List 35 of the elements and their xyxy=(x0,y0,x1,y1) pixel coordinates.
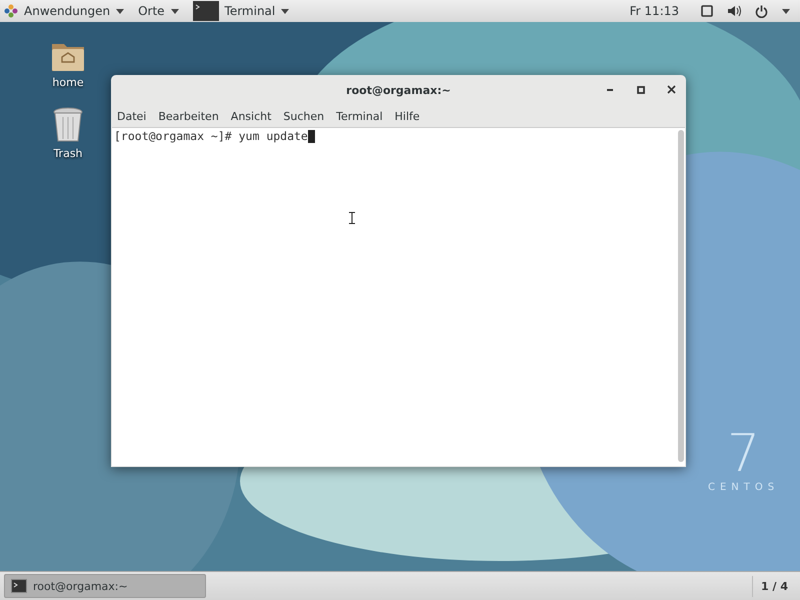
trash-icon[interactable] xyxy=(53,107,83,143)
window-title: root@orgamax:~ xyxy=(346,84,451,96)
menu-item[interactable]: Ansicht xyxy=(230,110,272,122)
power-icon[interactable] xyxy=(755,4,768,18)
caret-icon xyxy=(281,8,290,14)
ibeam-cursor-icon xyxy=(349,212,355,224)
desktop-icon-label[interactable]: Trash xyxy=(53,147,83,160)
brand-text: CENTOS xyxy=(708,482,780,493)
menu-item[interactable]: Hilfe xyxy=(394,110,420,122)
terminal-icon xyxy=(11,579,27,593)
speaker-icon[interactable] xyxy=(727,5,741,17)
top-bar-menu[interactable]: Anwendungen xyxy=(4,0,124,22)
close-icon[interactable] xyxy=(667,85,676,94)
caret-icon xyxy=(170,8,179,14)
taskbar-item[interactable]: root@orgamax:~ xyxy=(4,574,206,598)
command-line: [root@orgamax ~]# yum update xyxy=(114,129,308,143)
scrollbar[interactable] xyxy=(678,130,684,462)
text-cursor xyxy=(308,130,315,142)
workspace-indicator[interactable]: 1 / 4 xyxy=(752,576,796,596)
top-bar-menu[interactable]: Terminal xyxy=(192,0,290,22)
flower-icon xyxy=(4,4,18,18)
version-number: 7 xyxy=(727,430,760,478)
menu-item[interactable]: Terminal xyxy=(336,110,383,122)
terminal-icon xyxy=(192,1,219,21)
maximize-icon[interactable] xyxy=(637,86,645,94)
desktop-icon-label[interactable]: home xyxy=(52,76,84,89)
minimize-icon[interactable] xyxy=(607,88,615,91)
caret-icon[interactable] xyxy=(782,8,790,14)
top-bar-menu[interactable]: Orte xyxy=(138,0,179,22)
caret-icon xyxy=(116,8,124,14)
menu-item[interactable]: Suchen xyxy=(283,110,324,122)
menu-item[interactable]: Datei xyxy=(117,110,146,122)
menu-item[interactable]: Bearbeiten xyxy=(158,110,219,122)
window-icon[interactable] xyxy=(701,5,713,17)
clock[interactable]: Fr 11:13 xyxy=(630,4,679,18)
